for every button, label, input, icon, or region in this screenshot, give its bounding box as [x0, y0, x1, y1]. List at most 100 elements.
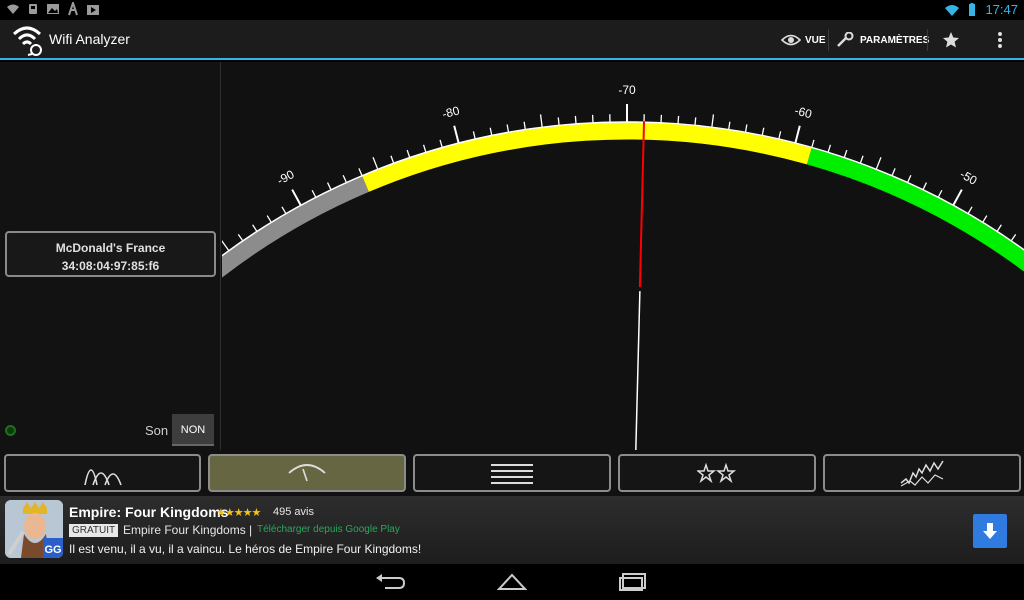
- gauge-tick: [372, 156, 379, 170]
- gauge-tick: [574, 115, 577, 124]
- gauge-tick: [967, 206, 973, 215]
- network-selector[interactable]: McDonald's France 34:08:04:97:85:f6: [5, 231, 216, 277]
- gauge-tick: [1010, 233, 1017, 242]
- ap-list-icon: [491, 464, 533, 484]
- gauge-tick: [744, 124, 748, 133]
- wifi-icon: [7, 4, 19, 14]
- gauge-tick-label: -60: [793, 103, 814, 121]
- favorite-button[interactable]: [942, 20, 960, 60]
- gauge-tick: [694, 117, 697, 126]
- gauge-tick: [711, 114, 715, 128]
- ad-publisher: Empire Four Kingdoms |: [123, 523, 253, 537]
- app-logo-icon[interactable]: [10, 24, 44, 56]
- wrench-icon: [837, 32, 854, 47]
- gauge-tick: [859, 155, 864, 164]
- gauge-tick: [523, 121, 526, 130]
- gauge-tick: [827, 144, 832, 153]
- gauge-tick: [761, 127, 765, 136]
- settings-button[interactable]: PARAMÈTRES: [836, 20, 929, 60]
- sound-toggle[interactable]: NON: [172, 414, 214, 446]
- network-ssid: McDonald's France: [55, 241, 166, 255]
- gauge-tick: [506, 124, 510, 133]
- view-tab-bar: [0, 450, 1024, 496]
- gauge-tick: [906, 175, 912, 183]
- gauge-tick: [422, 144, 427, 153]
- tab-channel-graph[interactable]: [4, 454, 201, 492]
- gauge-tick: [252, 224, 258, 232]
- ad-description: Il est venu, il a vu, il a vaincu. Le hé…: [69, 542, 422, 556]
- gauge-tick: [922, 182, 928, 191]
- gauge-tick: [875, 156, 882, 170]
- gauge-tick: [996, 224, 1002, 232]
- gauge-canvas: -100-90-80-70-60-50-40 dBm: [222, 83, 1024, 450]
- settings-label: PARAMÈTRES: [860, 34, 930, 46]
- signal-meter-icon: [288, 464, 326, 482]
- tab-time-graph[interactable]: [823, 454, 1021, 492]
- gauge-tick: [472, 131, 476, 140]
- gauge-tick: [222, 240, 230, 252]
- gauge-tick: [390, 155, 395, 164]
- gauge-tick: [952, 189, 963, 206]
- system-icons: 17:47: [945, 2, 1018, 18]
- gauge-needle: [638, 121, 646, 288]
- gauge-tick: [891, 168, 896, 177]
- back-button[interactable]: [370, 570, 410, 594]
- main-content: McDonald's France 34:08:04:97:85:f6 Son …: [0, 62, 1024, 450]
- image-icon: [47, 4, 59, 14]
- ad-install-button[interactable]: [973, 514, 1007, 548]
- gauge-tick: [539, 114, 543, 128]
- gauge-tick: [982, 215, 988, 223]
- gauge-tick-label: -80: [441, 103, 462, 121]
- gauge-tick: [358, 168, 363, 177]
- action-bar: Wifi Analyzer VUE PARAMÈTRES: [0, 20, 1024, 60]
- gauge-tick: [728, 121, 731, 130]
- play-store-icon: [87, 5, 99, 15]
- ad-rating-stars: ★★★★★: [216, 507, 261, 519]
- back-icon: [376, 574, 405, 589]
- gauge-tick: [557, 117, 560, 126]
- view-button[interactable]: VUE: [781, 20, 826, 60]
- recents-button[interactable]: [614, 570, 654, 594]
- ad-app-icon[interactable]: GG: [5, 500, 63, 558]
- battery-icon: [969, 3, 976, 16]
- gauge-tick: [937, 189, 943, 198]
- ad-review-count: 495 avis: [273, 506, 314, 518]
- tab-signal-meter[interactable]: [208, 454, 406, 492]
- home-icon: [497, 573, 527, 590]
- sound-label: Son: [145, 423, 169, 438]
- network-bssid: 34:08:04:97:85:f6: [61, 259, 160, 273]
- eye-icon: [781, 34, 801, 46]
- stars-icon: [697, 463, 737, 483]
- gauge-zone-1: [362, 122, 812, 192]
- gauge-tick: [266, 215, 272, 223]
- wifi-signal-icon: [945, 5, 960, 16]
- gauge-tick: [677, 115, 680, 124]
- gauge-tick: [778, 131, 782, 140]
- clock: 17:47: [985, 2, 1018, 17]
- view-label: VUE: [805, 34, 826, 46]
- ad-icon-letters: GG: [44, 544, 61, 556]
- time-graph-icon: [900, 460, 944, 487]
- gauge-tick: [406, 149, 411, 158]
- gauge-tick: [843, 149, 848, 158]
- download-arrow-icon: [983, 523, 997, 539]
- ad-download-text[interactable]: Télécharger depuis Google Play: [257, 524, 400, 535]
- gauge-tick: [342, 175, 348, 183]
- font-icon: [68, 2, 78, 16]
- tab-channel-rating[interactable]: [618, 454, 816, 492]
- recents-icon: [619, 573, 646, 591]
- gauge-zone-2: [807, 148, 1024, 272]
- tab-ap-list[interactable]: [413, 454, 611, 492]
- home-button[interactable]: [492, 570, 532, 594]
- channel-graph-icon: [83, 469, 122, 486]
- system-nav-bar: [0, 564, 1024, 600]
- ad-title[interactable]: Empire: Four Kingdoms: [69, 504, 228, 520]
- app-title: Wifi Analyzer: [49, 31, 130, 47]
- ad-banner[interactable]: GG Empire: Four Kingdoms ★★★★★ 495 avis …: [0, 496, 1024, 564]
- gauge-tick: [326, 182, 332, 191]
- gauge-tick-label: -70: [618, 83, 636, 97]
- gauge-tick-label: -90: [275, 167, 297, 188]
- overflow-menu-button[interactable]: [996, 20, 1004, 60]
- status-indicator: [5, 425, 16, 436]
- gauge-needle-tail: [635, 291, 641, 450]
